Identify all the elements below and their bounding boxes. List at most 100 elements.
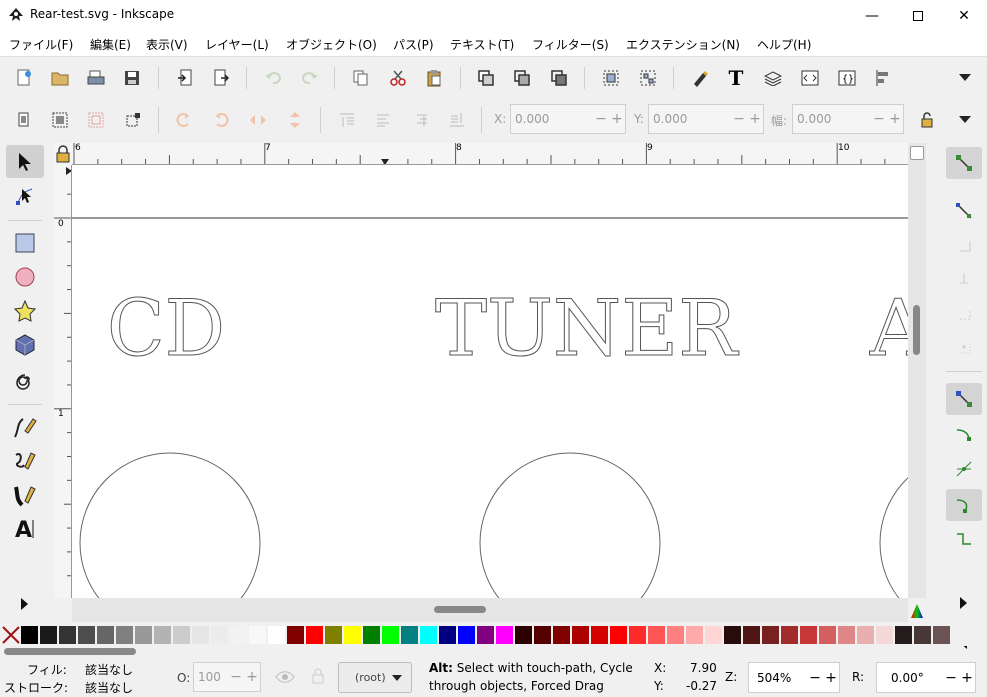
close-button[interactable]: ✕ xyxy=(941,0,987,31)
rectangle-tool-icon[interactable] xyxy=(6,226,44,259)
color-swatch[interactable] xyxy=(705,626,722,644)
snapbar-expand-arrow-icon[interactable] xyxy=(946,587,982,619)
rotation-spinbox[interactable]: 0.00° − + xyxy=(876,662,976,693)
toolbar-overflow-chevron-down-icon[interactable] xyxy=(952,65,978,91)
select-all-icon[interactable] xyxy=(11,107,37,133)
save-button[interactable] xyxy=(119,65,145,91)
color-swatch[interactable] xyxy=(781,626,798,644)
color-swatch[interactable] xyxy=(914,626,931,644)
vertical-scroll-thumb[interactable] xyxy=(913,305,920,355)
opacity-value[interactable]: 100 xyxy=(194,670,228,684)
menu-edit[interactable]: 編集(E) xyxy=(90,36,131,53)
color-swatch[interactable] xyxy=(21,626,38,644)
bounding-box-icon[interactable] xyxy=(120,107,146,133)
duplicate-button[interactable] xyxy=(473,65,499,91)
text-object-a[interactable]: A xyxy=(869,284,909,375)
color-swatch[interactable] xyxy=(724,626,741,644)
color-swatch[interactable] xyxy=(420,626,437,644)
import-button[interactable] xyxy=(172,65,198,91)
flip-horizontal-icon[interactable] xyxy=(245,107,271,133)
menu-extensions[interactable]: エクステンション(N) xyxy=(626,36,740,53)
color-swatch[interactable] xyxy=(97,626,114,644)
drawing-canvas[interactable]: CD TUNER A xyxy=(72,165,908,598)
paste-button[interactable] xyxy=(421,65,447,91)
no-paint-swatch-icon[interactable] xyxy=(2,626,20,644)
redo-icon[interactable] xyxy=(297,65,323,91)
horizontal-scrollbar[interactable] xyxy=(72,598,908,622)
circle-object[interactable] xyxy=(79,452,261,598)
color-swatch[interactable] xyxy=(667,626,684,644)
layer-visibility-eye-icon[interactable] xyxy=(274,669,296,687)
snap-bbox-edge-icon[interactable] xyxy=(946,229,982,261)
color-swatch[interactable] xyxy=(401,626,418,644)
y-minus-button[interactable]: − xyxy=(731,111,747,127)
menu-object[interactable]: オブジェクト(O) xyxy=(286,36,377,53)
color-swatch[interactable] xyxy=(211,626,228,644)
fill-value[interactable]: 該当なし xyxy=(85,661,133,678)
width-value[interactable]: 0.000 xyxy=(793,112,871,126)
color-swatch[interactable] xyxy=(78,626,95,644)
snap-path-icon[interactable] xyxy=(946,419,982,451)
color-swatch[interactable] xyxy=(306,626,323,644)
color-swatch[interactable] xyxy=(553,626,570,644)
pencil-tool-icon[interactable] xyxy=(6,410,44,443)
3d-box-tool-icon[interactable] xyxy=(6,328,44,361)
width-spinbox[interactable]: 0.000 − + xyxy=(792,104,904,134)
color-swatch[interactable] xyxy=(116,626,133,644)
deselect-icon[interactable] xyxy=(83,107,109,133)
maximize-button[interactable] xyxy=(895,0,941,31)
lower-to-bottom-icon[interactable] xyxy=(444,107,470,133)
rotation-value[interactable]: 0.00° xyxy=(877,671,943,685)
snap-bbox-corner-icon[interactable] xyxy=(946,263,982,295)
node-tool-icon[interactable] xyxy=(6,179,44,212)
color-swatch[interactable] xyxy=(610,626,627,644)
snap-smooth-nodes-icon[interactable] xyxy=(946,523,982,555)
y-plus-button[interactable]: + xyxy=(747,111,763,127)
menu-help[interactable]: ヘルプ(H) xyxy=(757,36,811,53)
rotate-ccw-icon[interactable] xyxy=(171,107,197,133)
selector-tool-arrow-icon[interactable] xyxy=(6,145,44,178)
zoom-plus-button[interactable]: + xyxy=(823,670,839,686)
color-swatch[interactable] xyxy=(496,626,513,644)
x-spinbox[interactable]: 0.000 − + xyxy=(510,104,626,134)
color-swatch[interactable] xyxy=(439,626,456,644)
color-swatch[interactable] xyxy=(192,626,209,644)
align-distribute-icon[interactable] xyxy=(870,65,896,91)
star-tool-icon[interactable] xyxy=(6,294,44,327)
x-plus-button[interactable]: + xyxy=(609,111,625,127)
toolbar2-overflow-chevron-down-icon[interactable] xyxy=(952,107,978,133)
width-minus-button[interactable]: − xyxy=(871,111,887,127)
clone-button[interactable] xyxy=(509,65,535,91)
menu-file[interactable]: ファイル(F) xyxy=(9,36,73,53)
color-swatch[interactable] xyxy=(268,626,285,644)
cut-scissors-icon[interactable] xyxy=(385,65,411,91)
zoom-spinbox[interactable]: 504% − + xyxy=(748,662,840,693)
x-minus-button[interactable]: − xyxy=(593,111,609,127)
color-swatch[interactable] xyxy=(325,626,342,644)
color-swatch[interactable] xyxy=(838,626,855,644)
menu-text[interactable]: テキスト(T) xyxy=(450,36,514,53)
color-swatch[interactable] xyxy=(287,626,304,644)
export-button[interactable] xyxy=(208,65,234,91)
object-properties-icon[interactable]: {} xyxy=(834,65,860,91)
fill-stroke-icon[interactable] xyxy=(687,65,713,91)
spiral-tool-icon[interactable] xyxy=(6,362,44,395)
bezier-pen-tool-icon[interactable] xyxy=(6,444,44,477)
text-tool-icon[interactable]: A xyxy=(6,512,44,545)
color-swatch[interactable] xyxy=(135,626,152,644)
menu-view[interactable]: 表示(V) xyxy=(146,36,188,53)
snap-nodes-icon[interactable] xyxy=(946,383,982,415)
raise-icon[interactable] xyxy=(370,107,396,133)
text-object-tuner[interactable]: TUNER xyxy=(435,284,740,375)
select-all-layers-icon[interactable] xyxy=(47,107,73,133)
y-value[interactable]: 0.000 xyxy=(649,112,731,126)
color-swatch[interactable] xyxy=(382,626,399,644)
xml-editor-icon[interactable] xyxy=(797,65,823,91)
width-plus-button[interactable]: + xyxy=(887,111,903,127)
menu-path[interactable]: パス(P) xyxy=(393,36,434,53)
raise-to-top-icon[interactable] xyxy=(334,107,360,133)
layer-dropdown[interactable]: (root) xyxy=(338,662,412,693)
horizontal-scroll-thumb[interactable] xyxy=(434,606,486,613)
menu-layer[interactable]: レイヤー(L) xyxy=(205,36,269,53)
x-value[interactable]: 0.000 xyxy=(511,112,593,126)
